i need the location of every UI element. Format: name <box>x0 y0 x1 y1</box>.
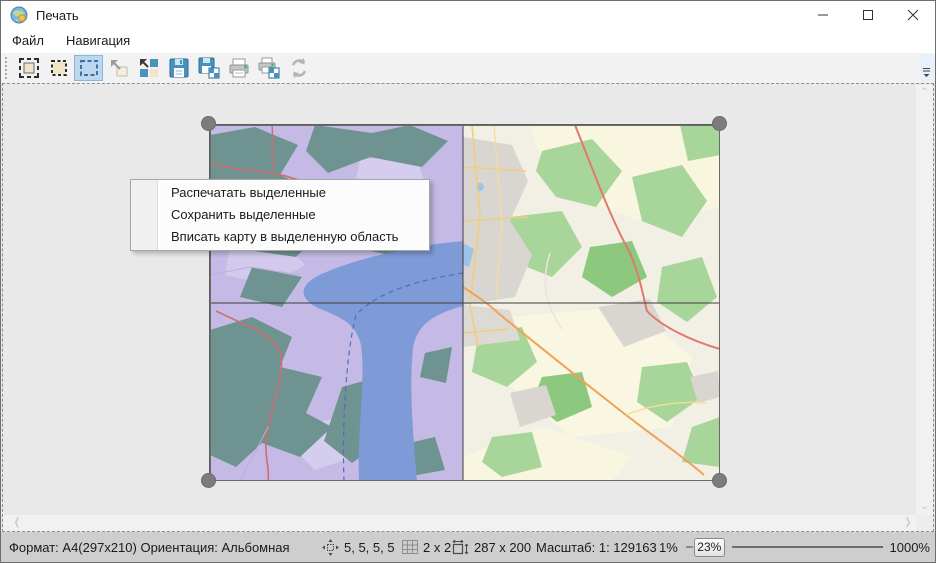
zoom-min-label: 1% <box>659 540 678 555</box>
menu-file[interactable]: Файл <box>1 29 55 53</box>
margins-status: 5, 5, 5, 5 <box>322 532 395 562</box>
grid-status: 2 x 2 <box>402 532 451 562</box>
page-size-value: 287 x 200 <box>474 540 531 555</box>
vertical-scrollbar[interactable]: ⌃ ⌄ <box>916 85 933 515</box>
scroll-down-arrow-icon[interactable]: ⌄ <box>916 499 933 515</box>
resize-handle-bottom-right[interactable] <box>712 473 727 488</box>
zoom-slider-thumb[interactable]: 23% <box>694 538 725 557</box>
toolbar-overflow-icon <box>922 67 931 78</box>
context-menu-item-print-selected[interactable]: Распечатать выделенные <box>131 182 429 204</box>
refresh-icon <box>288 57 310 79</box>
grid-value: 2 x 2 <box>423 540 451 555</box>
scroll-up-arrow-icon[interactable]: ⌃ <box>916 85 933 101</box>
context-menu-item-save-selected[interactable]: Сохранить выделенные <box>131 204 429 226</box>
print-dialog-window: Печать Файл Навигация <box>0 0 936 563</box>
fit-pages-button[interactable] <box>134 55 163 81</box>
menu-bar: Файл Навигация <box>1 29 935 53</box>
print-preview-area[interactable]: Распечатать выделенные Сохранить выделен… <box>2 83 934 532</box>
scroll-right-arrow-icon[interactable]: ❭ <box>900 515 916 531</box>
toolbar-grip[interactable] <box>5 57 9 79</box>
refresh-button[interactable] <box>284 55 313 81</box>
zoom-control: 1% 23% 1000% <box>659 532 930 562</box>
scroll-left-arrow-icon[interactable]: ❬ <box>9 515 25 531</box>
close-button[interactable] <box>890 1 935 29</box>
map-preview[interactable] <box>209 124 719 480</box>
margins-icon <box>322 539 339 556</box>
status-bar: Формат: A4(297x210) Ориентация: Альбомна… <box>1 532 935 562</box>
select-print-area-filled-button[interactable] <box>14 55 43 81</box>
horizontal-scrollbar[interactable]: ❬ ❭ <box>3 515 916 531</box>
window-controls <box>800 1 935 29</box>
move-selection-button[interactable] <box>104 55 133 81</box>
zoom-max-label: 1000% <box>890 540 930 555</box>
arrow-tiles-icon <box>138 57 160 79</box>
maximize-icon <box>862 9 874 21</box>
print-pages-button[interactable] <box>254 55 283 81</box>
zoom-track-left[interactable] <box>686 546 693 548</box>
zoom-slider-track[interactable] <box>732 546 883 548</box>
toolbar <box>1 53 935 83</box>
save-tiles-icon <box>198 57 220 79</box>
print-button[interactable] <box>224 55 253 81</box>
window-title: Печать <box>36 8 79 23</box>
resize-handle-bottom-left[interactable] <box>201 473 216 488</box>
page-size-icon <box>452 539 469 556</box>
printer-tiles-icon <box>258 57 280 79</box>
minimize-icon <box>817 9 829 21</box>
selection-rect-icon <box>78 57 100 79</box>
format-status: Формат: A4(297x210) Ориентация: Альбомна… <box>9 532 290 562</box>
save-icon <box>168 57 190 79</box>
scale-status: Масштаб: 1: 129163 <box>536 532 657 562</box>
maximize-button[interactable] <box>845 1 890 29</box>
context-menu-item-fit-map[interactable]: Вписать карту в выделенную область <box>131 226 429 248</box>
page-grid-icon <box>402 540 418 554</box>
toolbar-overflow-button[interactable] <box>919 54 934 82</box>
arrow-corner-icon <box>108 57 130 79</box>
save-pages-button[interactable] <box>194 55 223 81</box>
select-area-filled-icon <box>18 57 40 79</box>
title-bar: Печать <box>1 1 935 29</box>
menu-navigation[interactable]: Навигация <box>55 29 141 53</box>
select-area-icon <box>48 57 70 79</box>
select-region-button[interactable] <box>74 55 103 81</box>
printer-icon <box>228 57 250 79</box>
scrollbar-corner <box>916 515 933 531</box>
context-menu: Распечатать выделенные Сохранить выделен… <box>130 179 430 251</box>
save-button[interactable] <box>164 55 193 81</box>
globe-icon <box>10 6 28 24</box>
close-icon <box>907 9 919 21</box>
minimize-button[interactable] <box>800 1 845 29</box>
resize-handle-top-right[interactable] <box>712 116 727 131</box>
page-size-status: 287 x 200 <box>452 532 531 562</box>
margins-value: 5, 5, 5, 5 <box>344 540 395 555</box>
resize-handle-top-left[interactable] <box>201 116 216 131</box>
select-print-area-button[interactable] <box>44 55 73 81</box>
